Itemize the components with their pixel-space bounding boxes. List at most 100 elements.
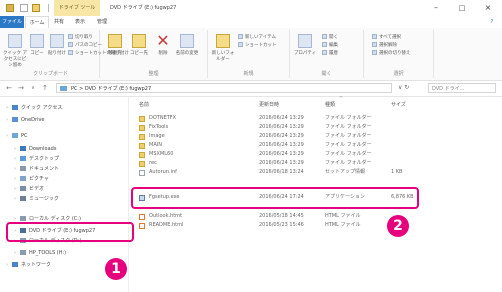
context-tab-drive-tools[interactable]: ドライブ ツール	[54, 0, 100, 16]
edit-button[interactable]: 編集	[322, 42, 338, 49]
easy-access-button[interactable]: ショートカット	[238, 42, 277, 49]
folder-icon	[139, 124, 145, 131]
ribbon: クイック アクセスにピン留め コピー 貼り付け 切り取り パスのコピー ショート…	[0, 28, 502, 81]
file-row[interactable]: rec 2016/06/24 13:29 ファイル フォルダー	[129, 159, 502, 168]
file-row[interactable]: MSXML60 2016/06/24 13:29 ファイル フォルダー	[129, 150, 502, 159]
nav-item[interactable]: › ミュージック	[14, 194, 59, 205]
window-title: DVD ドライブ (E:) fugwp27	[110, 5, 177, 11]
file-date: 2016/05/23 15:46	[259, 222, 304, 228]
nav-item[interactable]: › クイック アクセス	[6, 103, 62, 114]
recent-chevron-down-icon[interactable]: ∨	[28, 83, 38, 94]
file-date: 2016/06/18 13:24	[259, 169, 304, 175]
explorer-window: ドライブ ツール DVD ドライブ (E:) fugwp27 – □ × ファイ…	[0, 0, 502, 292]
select-all-button[interactable]: すべて選択	[372, 34, 401, 41]
file-name: Autorun.inf	[149, 169, 177, 175]
column-header-type[interactable]: 種類	[325, 100, 335, 110]
copy-path-button[interactable]: パスのコピー	[68, 42, 102, 49]
open-button[interactable]: 開く	[322, 34, 338, 41]
maximize-button[interactable]: □	[448, 0, 476, 16]
forward-arrow-icon[interactable]: →	[16, 83, 26, 94]
invert-selection-button[interactable]: 選択の切り替え	[372, 50, 411, 57]
help-icon[interactable]: ?	[486, 16, 498, 28]
file-row[interactable]: MAIN 2016/06/24 13:29 ファイル フォルダー	[129, 141, 502, 150]
history-button[interactable]: 履歴	[322, 50, 338, 57]
new-folder-label[interactable]: 新しいフォルダー	[211, 50, 235, 62]
new-folder-icon[interactable]	[216, 34, 230, 48]
nav-item[interactable]: › ネットワーク	[6, 260, 51, 271]
copy-icon[interactable]	[30, 34, 44, 48]
minimize-button[interactable]: –	[422, 0, 450, 16]
file-row[interactable]: Image 2016/06/24 13:29 ファイル フォルダー	[129, 132, 502, 141]
column-header-name[interactable]: 名前	[139, 100, 149, 110]
file-date: 2016/05/18 14:45	[259, 213, 304, 219]
network-icon	[12, 262, 18, 267]
refresh-icon[interactable]: ∨ ↻	[398, 83, 422, 93]
step-badge-2: 2	[387, 215, 409, 237]
column-header-size[interactable]: サイズ	[391, 100, 406, 110]
file-row[interactable]: README.html 2016/05/23 15:46 HTML ファイル	[129, 221, 502, 230]
drive-icon	[20, 250, 26, 255]
file-type: HTML ファイル	[325, 213, 361, 219]
title-divider	[48, 4, 49, 12]
copy-to-label[interactable]: コピー先	[127, 50, 151, 56]
address-path: PC > DVD ドライブ (E:) fugwp27	[71, 86, 152, 92]
properties-icon[interactable]	[298, 34, 312, 48]
file-date: 2016/06/24 13:29	[259, 124, 304, 130]
cloud-icon	[12, 117, 18, 122]
file-type: ファイル フォルダー	[325, 142, 372, 148]
file-name: Image	[149, 133, 165, 139]
back-arrow-icon[interactable]: ←	[4, 83, 14, 94]
copy-to-icon[interactable]	[132, 34, 146, 48]
close-button[interactable]: ×	[474, 0, 502, 16]
file-type: ファイル フォルダー	[325, 115, 372, 121]
move-to-icon[interactable]	[108, 34, 122, 48]
nav-item-label: Downloads	[29, 146, 57, 152]
file-row[interactable]: DOTNETFX 2016/06/24 13:29 ファイル フォルダー	[129, 114, 502, 123]
file-type: セットアップ情報	[325, 169, 366, 175]
nav-item-label: OneDrive	[21, 117, 45, 123]
up-arrow-icon[interactable]: ↑	[40, 83, 50, 94]
ribbon-group-new: 新しいフォルダー 新しいアイテム ショートカット 新規	[208, 30, 290, 78]
tab-manage[interactable]: 管理	[91, 16, 113, 28]
nav-item[interactable]: › HP_TOOLS (H:)	[14, 248, 66, 259]
group-label-select: 選択	[393, 71, 404, 77]
nav-item[interactable]: › OneDrive	[6, 115, 45, 126]
new-folder-icon[interactable]	[32, 4, 40, 12]
pin-button-label[interactable]: クイック アクセスにピン留め	[3, 50, 27, 68]
file-row[interactable]: Outlook.htmt 2016/05/18 14:45 HTML ファイル	[129, 212, 502, 221]
paste-icon[interactable]	[50, 34, 64, 48]
nav-item-label: ビデオ	[29, 186, 45, 192]
properties-label[interactable]: プロパティ	[293, 50, 317, 56]
group-label-organize: 整理	[148, 71, 159, 77]
properties-icon[interactable]	[20, 4, 28, 12]
cut-button[interactable]: 切り取り	[68, 34, 93, 41]
column-header-date[interactable]: 更新日時	[259, 100, 279, 110]
new-item-button[interactable]: 新しいアイテム	[238, 34, 276, 41]
rename-label[interactable]: 名前の変更	[175, 50, 199, 56]
nav-item-label: ネットワーク	[21, 262, 52, 268]
group-label-open: 開く	[321, 71, 332, 77]
tab-view[interactable]: 表示	[70, 16, 90, 28]
delete-icon[interactable]: ✕	[156, 33, 170, 49]
file-row[interactable]: Autorun.inf 2016/06/18 13:24 セットアップ情報 1 KB	[129, 168, 502, 177]
tab-share[interactable]: 共有	[49, 16, 69, 28]
nav-item[interactable]: › PC	[6, 131, 28, 142]
tab-file[interactable]: ファイル	[0, 16, 24, 28]
select-none-button[interactable]: 選択解除	[372, 42, 397, 49]
address-field[interactable]: PC > DVD ドライブ (E:) fugwp27	[56, 83, 392, 93]
ribbon-group-select: すべて選択 選択解除 選択の切り替え 選択	[364, 30, 434, 78]
file-size: 1 KB	[391, 169, 403, 175]
file-name: Outlook.htmt	[149, 213, 183, 219]
search-input[interactable]: DVD ドライ...	[428, 83, 496, 93]
paste-button-label[interactable]: 貼り付け	[45, 50, 69, 56]
rename-icon[interactable]	[180, 34, 194, 48]
file-row[interactable]: FixTools 2016/06/24 13:29 ファイル フォルダー	[129, 123, 502, 132]
pc-icon	[12, 133, 18, 138]
file-date: 2016/06/24 13:29	[259, 160, 304, 166]
folder-icon	[139, 142, 145, 149]
pin-icon[interactable]	[8, 34, 22, 48]
delete-label[interactable]: 削除	[151, 50, 175, 56]
move-to-label[interactable]: 移動先	[103, 50, 127, 56]
nav-item-label: クイック アクセス	[21, 105, 63, 111]
folder-icon	[20, 166, 26, 171]
